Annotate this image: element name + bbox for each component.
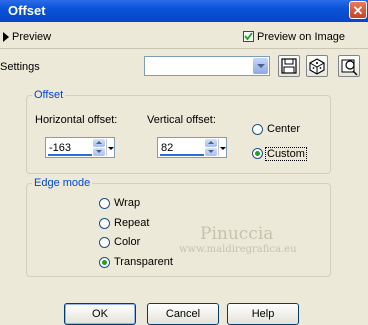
horizontal-offset-label: Horizontal offset: [35,114,118,126]
divider [0,48,368,49]
value-underline [48,154,92,156]
vertical-offset-stepper[interactable] [205,139,217,156]
watermark-site: www.maldiregrafica.eu [179,244,297,255]
reset-icon [341,59,358,76]
transparent-label[interactable]: Transparent [114,256,173,268]
center-label[interactable]: Center [267,123,300,135]
horizontal-offset-dropdown-icon[interactable] [106,139,114,156]
dice-icon [309,58,325,75]
randomize-button[interactable] [306,55,328,77]
floppy-disk-icon [281,58,297,74]
repeat-label[interactable]: Repeat [114,217,149,229]
checkmark-icon [244,32,253,41]
color-label[interactable]: Color [114,236,140,248]
horizontal-offset-value: -163 [49,142,72,154]
window-title: Offset [8,3,46,18]
vertical-offset-value: 82 [161,142,174,154]
stepper-up-icon[interactable] [93,139,105,147]
custom-label[interactable]: Custom [265,147,307,161]
preview-label[interactable]: Preview [12,31,51,43]
cancel-button[interactable]: Cancel [147,303,219,325]
color-radio[interactable] [99,237,110,248]
help-button[interactable]: Help [227,303,299,325]
ok-button[interactable]: OK [64,303,136,325]
title-bar [0,0,368,22]
repeat-radio[interactable] [99,218,110,229]
save-preset-button[interactable] [278,55,300,77]
close-icon: ✕ [352,3,364,18]
center-radio[interactable] [252,124,263,135]
edge-mode-legend: Edge mode [32,177,93,189]
stepper-down-icon[interactable] [93,148,105,156]
settings-combo[interactable] [144,56,270,76]
vertical-offset-label: Vertical offset: [147,114,216,126]
value-underline [160,154,204,156]
transparent-radio[interactable] [99,257,110,268]
stepper-up-icon[interactable] [205,139,217,147]
reset-defaults-button[interactable] [338,55,360,77]
chevron-down-icon[interactable] [253,58,268,74]
preview-on-image-checkbox[interactable] [243,31,254,42]
offset-legend: Offset [32,89,66,101]
vertical-offset-input[interactable]: 82 [157,137,227,158]
wrap-label[interactable]: Wrap [114,197,140,209]
expand-triangle-icon[interactable] [3,32,9,42]
custom-radio[interactable] [252,148,263,159]
horizontal-offset-stepper[interactable] [93,139,105,156]
preview-on-image-label[interactable]: Preview on Image [257,31,345,43]
wrap-radio[interactable] [99,198,110,209]
edge-mode-group [26,183,331,277]
watermark-name: Pinuccia [200,224,274,244]
settings-label: Settings [0,61,40,73]
horizontal-offset-input[interactable]: -163 [45,137,115,158]
close-button[interactable]: ✕ [349,1,367,19]
vertical-offset-dropdown-icon[interactable] [218,139,226,156]
stepper-down-icon[interactable] [205,148,217,156]
